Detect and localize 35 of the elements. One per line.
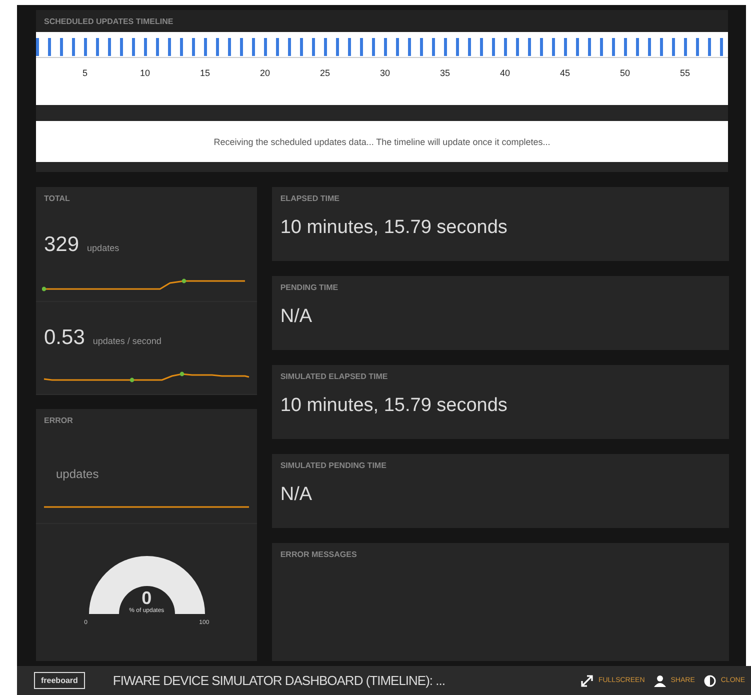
axis-label: 25 bbox=[320, 68, 330, 78]
panel-title: ELAPSED TIME bbox=[279, 193, 340, 205]
metric-unit: updates bbox=[55, 466, 99, 481]
panel-title: TOTAL bbox=[43, 193, 71, 205]
axis-label: 10 bbox=[140, 68, 150, 78]
panel-title: ERROR bbox=[43, 415, 74, 427]
panel-value: N/A bbox=[279, 305, 314, 328]
metric-value: 0.53 bbox=[44, 326, 85, 350]
panel-title: SIMULATED PENDING TIME bbox=[279, 460, 388, 472]
axis-label: 15 bbox=[200, 68, 210, 78]
panel-value: N/A bbox=[279, 483, 314, 506]
metric-unit: updates / second bbox=[92, 336, 162, 346]
half-circle-icon bbox=[704, 674, 716, 686]
panel-title: SIMULATED ELAPSED TIME bbox=[279, 371, 389, 383]
panel-value: 10 minutes, 15.79 seconds bbox=[279, 394, 508, 417]
dashboard-title: FIWARE DEVICE SIMULATOR DASHBOARD (TIMELINE): ... bbox=[112, 673, 446, 688]
axis-label: 50 bbox=[620, 68, 630, 78]
expand-icon bbox=[581, 674, 594, 686]
metric-value: 329 bbox=[44, 233, 80, 257]
status-message: Receiving the scheduled updates data... The timeline will update once it completes... bbox=[36, 121, 728, 162]
axis-label: 55 bbox=[680, 68, 690, 78]
axis-label: 45 bbox=[560, 68, 570, 78]
axis-label: 20 bbox=[260, 68, 270, 78]
panel-title: SCHEDULED UPDATES TIMELINE bbox=[36, 10, 728, 32]
axis-label: 35 bbox=[440, 68, 450, 78]
panel-value: 10 minutes, 15.79 seconds bbox=[279, 216, 508, 239]
axis-label: 40 bbox=[500, 68, 510, 78]
axis-label: 30 bbox=[380, 68, 390, 78]
gauge-value: 0 bbox=[142, 588, 152, 608]
logo: freeboard bbox=[34, 672, 85, 689]
panel-title: PENDING TIME bbox=[279, 282, 340, 294]
person-icon bbox=[654, 674, 666, 686]
panel-title: ERROR MESSAGES bbox=[279, 549, 358, 561]
axis-label: 5 bbox=[82, 68, 88, 78]
metric-unit: updates bbox=[87, 243, 120, 253]
